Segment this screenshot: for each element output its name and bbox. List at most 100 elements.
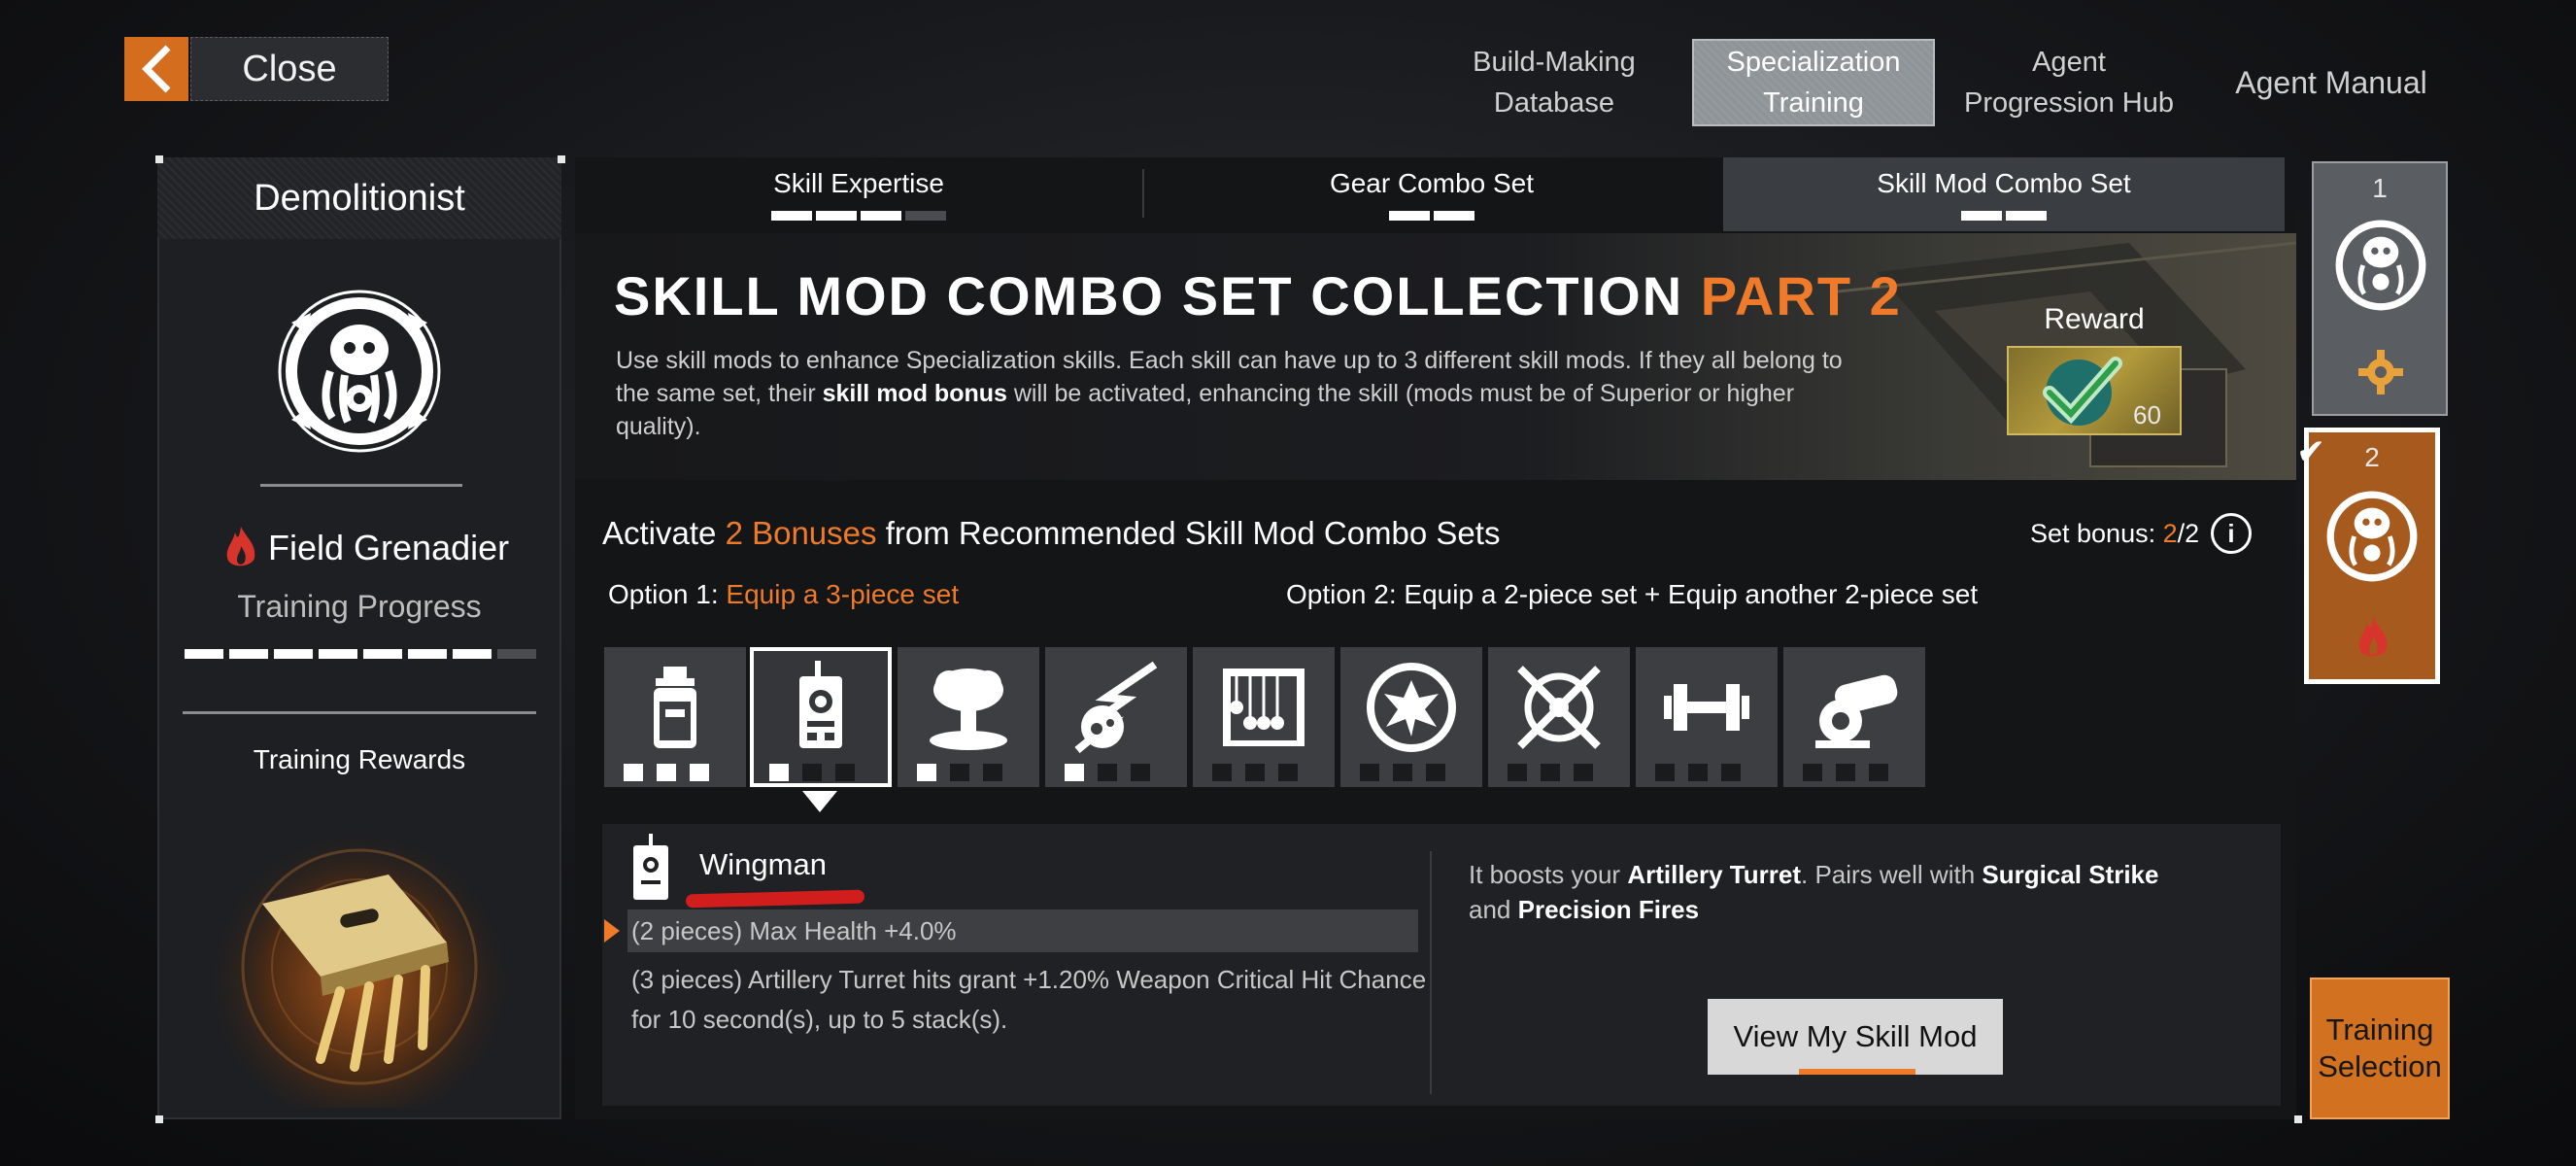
objective-count: 2 bbox=[725, 515, 743, 551]
back-button[interactable] bbox=[124, 37, 188, 101]
view-my-skill-mod-button[interactable]: View My Skill Mod bbox=[1708, 999, 2003, 1075]
corner-mark bbox=[2294, 1115, 2302, 1123]
option-value: Equip a 3-piece set bbox=[726, 579, 960, 609]
skill-name: Field Grenadier bbox=[268, 528, 510, 567]
bonus-2-pieces: (2 pieces) Max Health +4.0% bbox=[627, 909, 1418, 952]
objective-suffix: from Recommended Skill Mod Combo Sets bbox=[885, 515, 1501, 551]
mod-slot-pieces bbox=[917, 764, 1002, 781]
mod-set-slot[interactable] bbox=[1783, 647, 1925, 787]
gear-icon bbox=[2358, 350, 2403, 394]
desc-bold: Surgical Strike bbox=[1982, 860, 2159, 889]
radio-drone-icon bbox=[629, 834, 672, 907]
desc-bold: Artillery Turret bbox=[1627, 860, 1801, 889]
desc-bold: skill mod bonus bbox=[822, 380, 1007, 407]
tab-agent-progression-hub[interactable]: Agent Progression Hub bbox=[1952, 39, 2186, 126]
button-label: View My Skill Mod bbox=[1733, 1019, 1978, 1053]
training-reward-item[interactable] bbox=[185, 797, 534, 1122]
mod-set-slot[interactable] bbox=[898, 647, 1039, 787]
tab-label: Specialization bbox=[1726, 47, 1901, 78]
subtab-label: Skill Expertise bbox=[773, 168, 944, 198]
fire-icon bbox=[2358, 617, 2388, 657]
mod-slot-pieces bbox=[769, 764, 855, 781]
corner-mark bbox=[558, 155, 565, 163]
divider bbox=[260, 484, 462, 487]
mod-set-slot[interactable] bbox=[1340, 647, 1482, 787]
mod-slot-pieces bbox=[1212, 764, 1298, 781]
info-icon[interactable]: i bbox=[2211, 513, 2252, 554]
training-selection-button[interactable]: Training Selection bbox=[2310, 977, 2450, 1119]
subtab-skill-mod-combo-set[interactable]: Skill Mod Combo Set bbox=[1723, 157, 2285, 231]
divider bbox=[183, 711, 536, 714]
tab-build-making-database[interactable]: Build-Making Database bbox=[1447, 39, 1661, 126]
mod-set-slot-selected[interactable] bbox=[750, 647, 892, 787]
cannon-icon bbox=[1815, 674, 1898, 748]
mod-set-slot[interactable] bbox=[1193, 647, 1335, 787]
mod-slot-pieces bbox=[1065, 764, 1150, 781]
desc-text: It boosts your bbox=[1469, 860, 1628, 889]
mushroom-cloud-icon bbox=[930, 669, 1007, 750]
option-label: Option 1: bbox=[608, 579, 719, 609]
set-bonus-counter: Set bonus: 2/2 bbox=[2030, 519, 2199, 549]
option-value: Equip a 2-piece set + Equip another 2-pi… bbox=[1404, 579, 1979, 609]
crossed-target-icon bbox=[1517, 666, 1601, 749]
desc-text: and bbox=[1469, 895, 1518, 924]
option-1: Option 1: Equip a 3-piece set bbox=[608, 579, 959, 610]
option-label: Option 2: bbox=[1286, 579, 1397, 609]
tab-label: Build-Making bbox=[1473, 47, 1636, 78]
bonus-3-pieces: (3 pieces) Artillery Turret hits grant +… bbox=[631, 965, 1427, 1034]
reward-amount: 60 bbox=[2133, 400, 2161, 429]
subtab-skill-expertise[interactable]: Skill Expertise bbox=[575, 157, 1142, 231]
divider bbox=[1430, 851, 1432, 1094]
training-progress-label: Training Progress bbox=[237, 589, 482, 624]
banner-title: SKILL MOD COMBO SET COLLECTION PART 2 bbox=[614, 264, 1902, 327]
banner-title-main: SKILL MOD COMBO SET COLLECTION bbox=[614, 265, 1684, 326]
objective-prefix: Activate bbox=[602, 515, 717, 551]
mod-slot-pieces bbox=[1360, 764, 1445, 781]
checkmark-icon: ✔ bbox=[2296, 431, 2326, 471]
mod-slot-pieces bbox=[624, 764, 709, 781]
fire-icon bbox=[226, 527, 255, 566]
demolitionist-emblem-icon bbox=[272, 284, 447, 463]
mod-set-slot[interactable] bbox=[1636, 647, 1778, 787]
mod-slot-pieces bbox=[1655, 764, 1741, 781]
newtons-cradle-icon bbox=[1223, 669, 1305, 746]
button-accent bbox=[1799, 1069, 1915, 1075]
set-bonus-total: /2 bbox=[2177, 519, 2200, 548]
mod-slot-pieces bbox=[1803, 764, 1888, 781]
active-bonus-arrow-icon bbox=[604, 919, 620, 943]
specialization-card-1[interactable]: 1 bbox=[2312, 161, 2448, 416]
mod-set-slot[interactable] bbox=[1045, 647, 1187, 787]
radio-drone-icon bbox=[799, 661, 842, 748]
tab-specialization-training[interactable]: Specialization Training bbox=[1692, 39, 1935, 126]
corner-mark bbox=[155, 155, 163, 163]
set-bonus-current: 2 bbox=[2162, 519, 2178, 548]
close-button[interactable]: Close bbox=[190, 37, 389, 101]
set-bonus-label: Set bonus: bbox=[2030, 519, 2156, 548]
desc-text: . Pairs well with bbox=[1801, 860, 1983, 889]
tab-agent-manual[interactable]: Agent Manual bbox=[2215, 39, 2448, 126]
reward-label: Reward bbox=[2044, 303, 2145, 335]
chevron-left-icon bbox=[142, 45, 171, 93]
banner-description: Use skill mods to enhance Specialization… bbox=[616, 344, 1869, 443]
banner-title-highlight: PART 2 bbox=[1700, 265, 1902, 326]
subtab-label: Skill Mod Combo Set bbox=[1877, 168, 2131, 198]
demolitionist-emblem-icon bbox=[2335, 220, 2426, 311]
objective-text: Activate 2 Bonuses from Recommended Skil… bbox=[602, 515, 1500, 552]
mod-set-slot[interactable] bbox=[1488, 647, 1630, 787]
skill-title: Field Grenadier bbox=[221, 525, 509, 571]
subtab-progress bbox=[1961, 211, 2047, 221]
close-label: Close bbox=[242, 48, 337, 89]
option-2: Option 2: Equip a 2-piece set + Equip an… bbox=[1286, 579, 1978, 610]
demolitionist-emblem-icon bbox=[2326, 491, 2418, 582]
training-rewards-label: Training Rewards bbox=[253, 744, 466, 774]
dumbbell-icon bbox=[1664, 684, 1749, 731]
mod-set-slot[interactable] bbox=[604, 647, 746, 787]
tab-label: Database bbox=[1493, 87, 1615, 119]
subtab-progress bbox=[1389, 211, 1474, 221]
card-number: 1 bbox=[2372, 173, 2388, 203]
mod-slot-pieces bbox=[1508, 764, 1593, 781]
corner-mark bbox=[155, 1115, 163, 1123]
subtab-gear-combo-set[interactable]: Gear Combo Set bbox=[1144, 157, 1719, 231]
checkmark-token-icon bbox=[2043, 357, 2122, 426]
tab-label: Agent Manual bbox=[2235, 65, 2427, 100]
